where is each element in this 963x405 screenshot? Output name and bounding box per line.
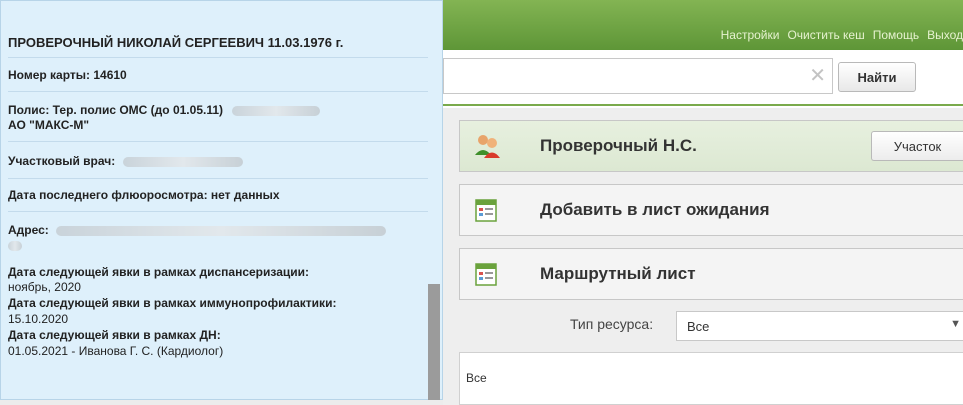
popup-scrollbar[interactable] [428,284,440,400]
redacted-block [122,156,243,167]
calendar-list-icon [475,199,497,222]
resource-type-value: Все [687,319,710,334]
immuno-next-visit-value: 15.10.2020 [8,312,69,326]
redacted-block [232,105,321,116]
calendar-list-icon [475,263,497,286]
divider [8,178,428,179]
header-links: Настройки Очистить кеш Помощь Выход [721,28,963,46]
resource-list-item[interactable]: Все [466,371,487,385]
last-fluorography: Дата последнего флюоросмотра: нет данных [8,188,280,202]
divider [8,57,428,58]
add-waitlist-panel[interactable]: Добавить в лист ожидания [459,184,963,236]
help-link[interactable]: Помощь [873,28,919,46]
route-sheet-panel[interactable]: Маршрутный лист [459,248,963,300]
settings-link[interactable]: Настройки [721,28,780,46]
policy-line-1: Полис: Тер. полис ОМС (до 01.05.11) [8,103,224,117]
redacted-block [8,240,22,251]
divider [8,141,428,142]
uchastok-button[interactable]: Участок [871,131,963,161]
logout-link[interactable]: Выход [927,28,963,46]
district-doctor: Участковый врач: [8,154,243,169]
resource-type-select[interactable]: Все ▼ [676,311,963,341]
dn-next-visit-label: Дата следующей явки в рамках ДН: [8,328,221,342]
clear-search-icon[interactable]: ✕ [809,65,826,87]
add-waitlist-title: Добавить в лист ожидания [540,200,770,219]
resource-list[interactable]: Все [459,352,963,405]
policy-line-2: АО "МАКС-М" [8,118,90,132]
card-number: Номер карты: 14610 [8,68,127,82]
resource-type-label: Тип ресурса: [570,316,654,332]
clear-cache-link[interactable]: Очистить кеш [787,28,864,46]
district-doctor-label: Участковый врач: [8,154,116,168]
patient-panel[interactable]: Проверочный Н.С. Участок [459,120,963,172]
redacted-block [56,225,387,236]
patient-short-name: Проверочный Н.С. [540,136,697,155]
policy-info: Полис: Тер. полис ОМС (до 01.05.11) АО "… [8,103,321,133]
immuno-next-visit-label: Дата следующей явки в рамках иммунопрофи… [8,296,337,310]
address: Адрес: [8,223,387,253]
address-label: Адрес: [8,223,49,237]
route-sheet-title: Маршрутный лист [540,264,696,283]
divider [8,211,428,212]
search-input[interactable]: ✕ [443,58,833,94]
dn-next-visit-value: 01.05.2021 - Иванова Г. С. (Кардиолог) [8,344,224,358]
divider [443,104,963,106]
patient-full-name: ПРОВЕРОЧНЫЙ НИКОЛАЙ СЕРГЕЕВИЧ 11.03.1976… [8,35,344,50]
dispensary-next-visit-label: Дата следующей явки в рамках диспансериз… [8,265,309,279]
chevron-down-icon: ▼ [950,318,961,330]
dispensary-next-visit-value: ноябрь, 2020 [8,280,81,294]
patient-icon [475,135,500,158]
find-button[interactable]: Найти [838,62,916,92]
divider [8,91,428,92]
patient-info-popup: ПРОВЕРОЧНЫЙ НИКОЛАЙ СЕРГЕЕВИЧ 11.03.1976… [0,0,443,400]
